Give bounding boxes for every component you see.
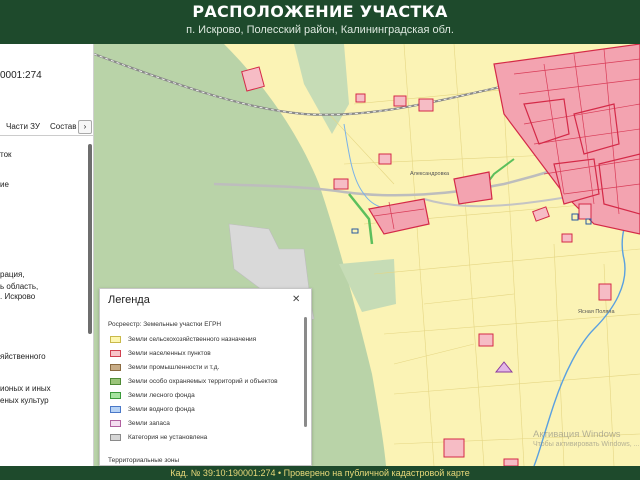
reserve-parcel [494,361,514,373]
legend-item: Земли особо охраняемых территорий и объе… [110,378,278,388]
legend-item: Земли промышленности и т.д. [110,364,219,374]
cadastral-number: 0001:274 [0,70,42,81]
legend-item-label: Категория не установлена [128,434,208,442]
forest-strip [294,44,349,134]
info-line: ионых и иных [0,384,51,393]
map-label-aleksandrovka: Александровка [410,171,450,177]
legend-item-label: Земли особо охраняемых территорий и объе… [128,378,278,386]
legend-item-label: Земли промышленности и т.д. [128,364,220,372]
info-line: . Искрово [0,292,36,301]
tab-parts[interactable]: Части ЗУ [6,122,40,131]
watermark-line2: Чтобы активировать Windows, ... [533,441,640,448]
legend-item: Земли сельскохозяйственного назначения [110,336,256,346]
legend-item-label: Земли запаса [128,420,170,428]
close-icon[interactable]: ✕ [292,294,300,305]
legend-panel: Легенда ✕ Росреестр: Земельные участки Е… [99,288,312,466]
green-strip [348,193,374,245]
info-line: яйственного [0,352,46,361]
legend-swatch [110,350,121,357]
map-label-settlement: Ясная Поляна [578,309,615,315]
legend-swatch [110,336,121,343]
watermark-line1: Активация Windows [533,429,621,440]
legend-swatch [110,420,121,427]
legend-swatch [110,434,121,441]
legend-item: Земли лесного фонда [110,392,195,402]
legend-section-title: Росреестр: Земельные участки ЕГРН [108,321,222,328]
legend-item-label: Земли лесного фонда [128,392,195,400]
river [533,193,640,466]
legend-item: Земли населенных пунктов [110,350,211,360]
page-title: РАСПОЛОЖЕНИЕ УЧАСТКА [192,2,448,21]
legend-title: Легенда [108,294,150,306]
tab-composition[interactable]: Состав [50,122,77,131]
page-subtitle: п. Искрово, Полесский район, Калининград… [186,24,454,36]
footer-text: Кад. № 39:10:190001:274 • Проверено на п… [170,468,470,478]
info-panel: 0001:274 Части ЗУ Состав › ток ие рация,… [0,44,94,466]
legend-scrollbar[interactable] [304,317,307,427]
legend-item: Земли водного фонда [110,406,195,416]
legend-swatch [110,406,121,413]
info-line: ие [0,180,9,189]
legend-swatch [110,392,121,399]
info-line: ь область, [0,282,39,291]
legend-item: Земли запаса [110,420,170,430]
footer: Кад. № 39:10:190001:274 • Проверено на п… [0,466,640,480]
info-tabs: Части ЗУ Состав › [0,120,93,136]
legend-item-label: Земли сельскохозяйственного назначения [128,336,257,344]
windows-watermark: Активация Windows Чтобы активировать Win… [533,429,640,448]
legend-section2-title: Территориальные зоны [108,457,180,464]
chevron-right-icon[interactable]: › [78,120,92,134]
panel-scrollbar[interactable] [88,144,92,334]
info-line: еных культур [0,396,49,405]
info-line: рация, [0,270,25,279]
legend-item-label: Земли населенных пунктов [128,350,211,358]
info-line: ток [0,150,12,159]
legend-item-label: Земли водного фонда [128,406,195,414]
header: РАСПОЛОЖЕНИЕ УЧАСТКА п. Искрово, Полесск… [0,0,640,44]
legend-item: Категория не установлена [110,434,207,444]
legend-swatch [110,364,121,371]
legend-swatch [110,378,121,385]
